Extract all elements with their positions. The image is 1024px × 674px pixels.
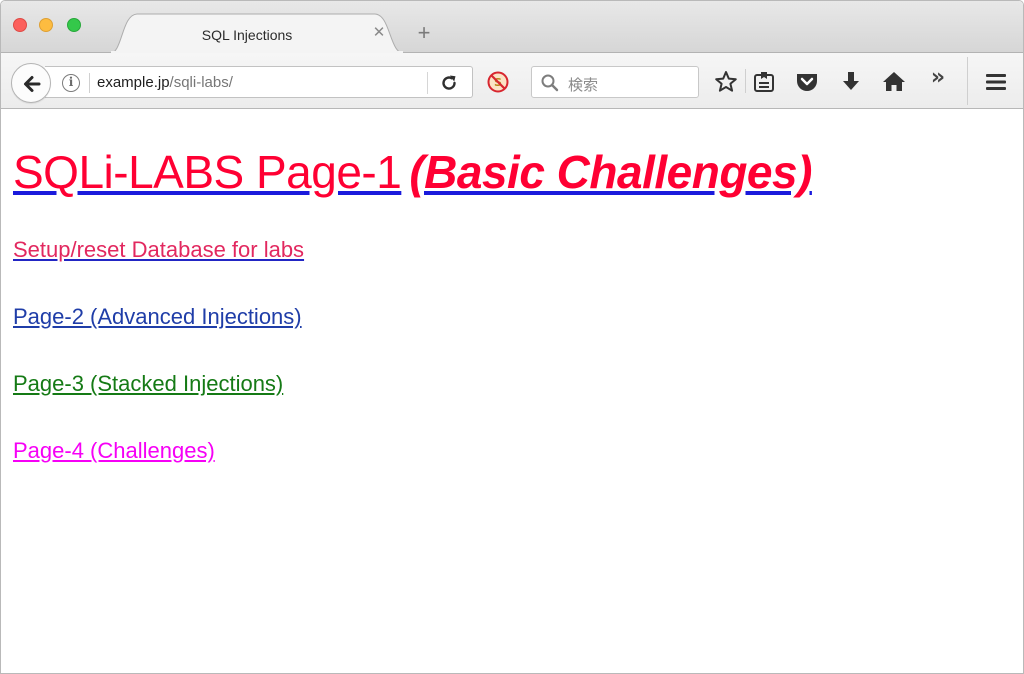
navigation-toolbar: i example.jp/sqli-labs/ S 検索: [1, 53, 1023, 109]
noscript-icon[interactable]: S: [487, 71, 509, 93]
tab-sql-injections[interactable]: SQL Injections ✕: [109, 13, 405, 54]
reload-icon[interactable]: [439, 73, 459, 93]
window-close-button[interactable]: [13, 18, 27, 32]
download-icon[interactable]: [838, 69, 864, 95]
link-page-4[interactable]: Page-4 (Challenges): [13, 437, 215, 465]
link-page-3[interactable]: Page-3 (Stacked Injections): [13, 370, 283, 398]
tab-close-icon[interactable]: ✕: [371, 25, 387, 41]
address-url[interactable]: example.jp/sqli-labs/: [97, 74, 233, 91]
info-icon[interactable]: i: [62, 74, 80, 92]
hamburger-menu-icon[interactable]: [983, 69, 1009, 95]
search-bar[interactable]: 検索: [531, 66, 699, 98]
page-title-link[interactable]: SQLi-LABS Page-1 (Basic Challenges): [13, 145, 812, 199]
url-host: example.jp: [97, 74, 170, 91]
search-icon: [541, 74, 559, 92]
pocket-icon[interactable]: [794, 69, 820, 95]
home-icon[interactable]: [881, 69, 907, 95]
new-tab-icon[interactable]: +: [414, 22, 434, 44]
page-content: SQLi-LABS Page-1 (Basic Challenges) Setup…: [1, 109, 1023, 673]
overflow-chevron-icon[interactable]: »: [926, 65, 950, 90]
address-bar[interactable]: i example.jp/sqli-labs/: [45, 66, 473, 98]
browser-window: SQL Injections ✕ + i example.jp/sqli-lab…: [0, 0, 1024, 674]
address-divider: [89, 73, 90, 93]
toolbar-divider: [745, 69, 746, 93]
back-arrow-icon: [24, 76, 41, 92]
tab-title: SQL Injections: [201, 27, 293, 43]
address-divider-right: [427, 72, 428, 94]
window-zoom-button[interactable]: [67, 18, 81, 32]
url-path: /sqli-labs/: [169, 74, 233, 91]
link-setup-reset-database[interactable]: Setup/reset Database for labs: [13, 236, 304, 264]
reading-list-icon[interactable]: [751, 69, 777, 95]
toolbar-divider-menu: [967, 57, 968, 105]
link-page-2[interactable]: Page-2 (Advanced Injections): [13, 303, 302, 331]
page-title-subtitle: (Basic Challenges): [409, 146, 812, 198]
search-placeholder: 検索: [568, 76, 599, 94]
bookmark-star-icon[interactable]: [713, 69, 739, 95]
page-title-main: SQLi-LABS Page-1: [13, 146, 402, 198]
back-button[interactable]: [11, 63, 51, 103]
tab-strip: SQL Injections ✕ +: [1, 1, 1023, 54]
window-minimize-button[interactable]: [39, 18, 53, 32]
